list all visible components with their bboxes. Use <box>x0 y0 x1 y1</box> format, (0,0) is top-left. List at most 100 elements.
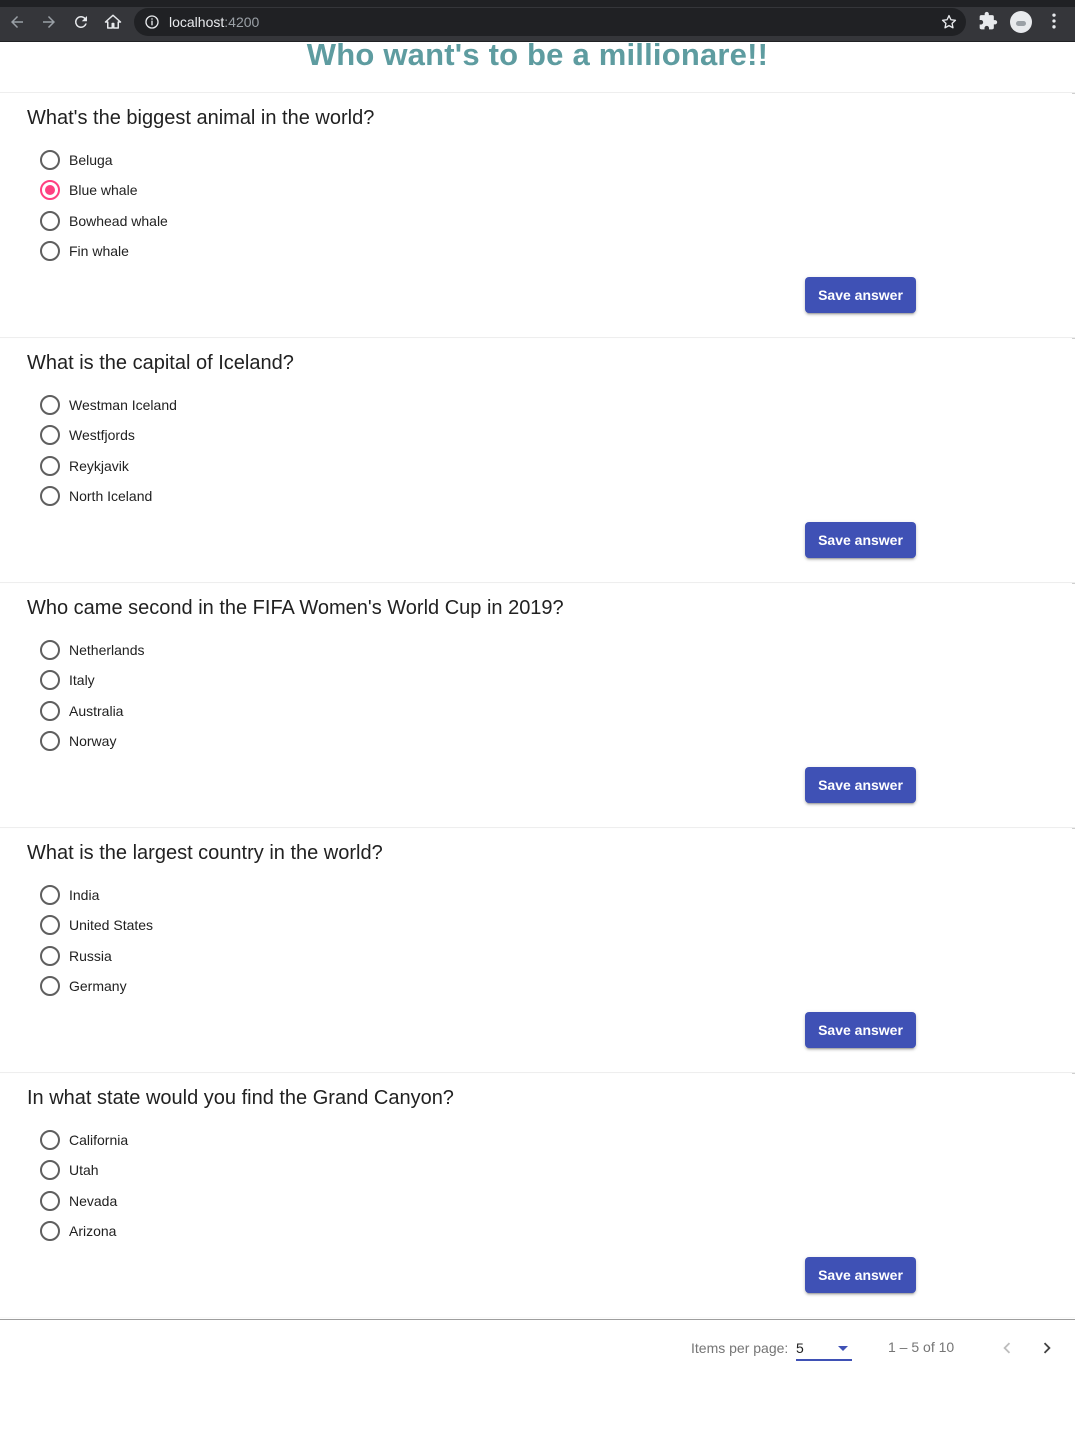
answer-option[interactable]: Norway <box>40 726 145 756</box>
profile-avatar-icon[interactable] <box>1010 11 1032 33</box>
question-text: What is the largest country in the world… <box>27 842 383 864</box>
save-answer-button[interactable]: Save answer <box>805 1012 916 1048</box>
forward-button[interactable] <box>35 9 63 35</box>
reload-icon <box>74 15 87 28</box>
answer-option-label: Russia <box>69 947 112 964</box>
radio-dot <box>45 981 55 991</box>
radio-button[interactable] <box>40 1130 60 1151</box>
answer-option[interactable]: Russia <box>40 941 153 971</box>
answer-radio-group: California Utah Nevada Arizona <box>40 1125 128 1246</box>
browser-toolbar: localhost:4200 <box>0 0 1075 42</box>
save-answer-button[interactable]: Save answer <box>805 277 916 313</box>
save-answer-button[interactable]: Save answer <box>805 1257 916 1293</box>
answer-option[interactable]: Westman Iceland <box>40 390 177 420</box>
question-card: What's the biggest animal in the world? … <box>0 92 1075 337</box>
answer-option-label: California <box>69 1132 129 1149</box>
answer-option-label: Westman Iceland <box>69 397 177 414</box>
answer-radio-group: Beluga Blue whale Bowhead whale Fin whal… <box>40 145 168 266</box>
items-per-page-label: Items per page: <box>691 1340 789 1356</box>
answer-option-label: Westfjords <box>69 427 135 444</box>
kebab-menu-icon[interactable] <box>1044 11 1064 31</box>
page-title: Who want's to be a millionare!! <box>306 37 769 72</box>
url-host: localhost <box>169 14 225 30</box>
radio-button[interactable] <box>40 1160 60 1181</box>
answer-option-label: North Iceland <box>69 488 153 505</box>
answer-option-label: India <box>69 887 100 904</box>
radio-button[interactable] <box>40 976 60 997</box>
answer-option[interactable]: Nevada <box>40 1186 128 1216</box>
radio-button[interactable] <box>40 455 60 476</box>
radio-button[interactable] <box>40 180 60 201</box>
answer-option[interactable]: North Iceland <box>40 481 177 511</box>
answer-radio-group: Netherlands Italy Australia Norway <box>40 635 145 756</box>
radio-dot <box>45 246 55 256</box>
radio-dot <box>45 461 55 471</box>
answer-option[interactable]: Netherlands <box>40 635 145 665</box>
radio-button[interactable] <box>40 640 60 661</box>
radio-button[interactable] <box>40 700 60 721</box>
answer-radio-group: Westman Iceland Westfjords Reykjavik Nor… <box>40 390 177 511</box>
answer-option[interactable]: Fin whale <box>40 236 168 266</box>
radio-dot <box>45 920 55 930</box>
address-bar[interactable]: localhost:4200 <box>134 8 966 36</box>
radio-button[interactable] <box>40 425 60 446</box>
save-answer-button[interactable]: Save answer <box>805 522 916 558</box>
answer-option[interactable]: Westfjords <box>40 420 177 450</box>
radio-button[interactable] <box>40 486 60 507</box>
url-text: localhost:4200 <box>169 14 259 30</box>
page-size-select[interactable]: 5 <box>796 1338 852 1361</box>
question-text: Who came second in the FIFA Women's Worl… <box>27 597 564 619</box>
previous-page-button[interactable] <box>995 1336 1019 1360</box>
radio-button[interactable] <box>40 1190 60 1211</box>
extensions-puzzle-icon[interactable] <box>978 11 998 31</box>
answer-option[interactable]: California <box>40 1125 128 1155</box>
save-answer-button[interactable]: Save answer <box>805 767 916 803</box>
question-text: What is the capital of Iceland? <box>27 352 294 374</box>
radio-button[interactable] <box>40 885 60 906</box>
radio-button[interactable] <box>40 395 60 416</box>
radio-dot <box>45 1135 55 1145</box>
radio-button[interactable] <box>40 670 60 691</box>
radio-dot <box>45 645 55 655</box>
answer-option[interactable]: Beluga <box>40 145 168 175</box>
radio-button[interactable] <box>40 945 60 966</box>
answer-option[interactable]: Reykjavik <box>40 451 177 481</box>
answer-option[interactable]: Bowhead whale <box>40 206 168 236</box>
question-card: What is the largest country in the world… <box>0 827 1075 1072</box>
answer-option-label: Blue whale <box>69 182 138 199</box>
answer-option[interactable]: India <box>40 880 153 910</box>
reload-button[interactable] <box>67 9 95 35</box>
info-icon[interactable] <box>144 14 160 30</box>
answer-option[interactable]: Germany <box>40 971 153 1001</box>
home-button[interactable] <box>99 9 127 35</box>
home-icon <box>104 14 122 29</box>
radio-button[interactable] <box>40 210 60 231</box>
url-port: :4200 <box>224 14 260 30</box>
arrow-left-icon <box>11 16 23 28</box>
radio-button[interactable] <box>40 915 60 936</box>
answer-option-label: Bowhead whale <box>69 212 168 229</box>
radio-button[interactable] <box>40 241 60 262</box>
back-button[interactable] <box>3 9 31 35</box>
question-card: Who came second in the FIFA Women's Worl… <box>0 582 1075 827</box>
answer-option[interactable]: Arizona <box>40 1216 128 1246</box>
avatar-face <box>1016 21 1026 26</box>
radio-button[interactable] <box>40 731 60 752</box>
answer-option[interactable]: Utah <box>40 1155 128 1185</box>
answer-option[interactable]: Italy <box>40 665 145 695</box>
radio-dot <box>45 155 55 165</box>
answer-option[interactable]: United States <box>40 910 153 940</box>
radio-dot <box>45 706 55 716</box>
bookmark-star-icon[interactable] <box>940 13 958 31</box>
answer-option[interactable]: Australia <box>40 696 145 726</box>
radio-button[interactable] <box>40 1221 60 1242</box>
tab-strip <box>0 0 1075 7</box>
chevron-right-icon <box>1043 1342 1051 1354</box>
next-page-button[interactable] <box>1035 1336 1059 1360</box>
answer-radio-group: India United States Russia Germany <box>40 880 153 1001</box>
answer-option[interactable]: Blue whale <box>40 175 168 205</box>
radio-dot <box>45 400 55 410</box>
chevron-left-icon <box>1003 1342 1011 1354</box>
radio-button[interactable] <box>40 150 60 171</box>
answer-option-label: Fin whale <box>69 243 129 260</box>
